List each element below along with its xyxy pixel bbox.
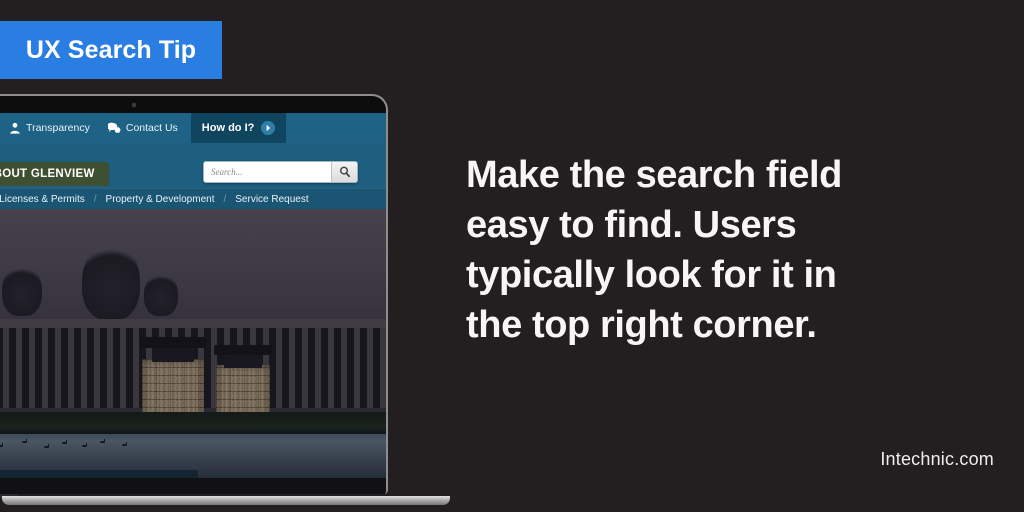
search-input[interactable]: Search...	[204, 167, 331, 177]
hero-goose	[122, 442, 127, 446]
how-do-i-label: How do I?	[201, 122, 255, 134]
circle-arrow-right-icon	[261, 121, 276, 135]
hero-goose	[100, 439, 105, 443]
nav-tab-list: RNMENT ABOUT GLENVIEW	[0, 162, 109, 186]
attribution-text: Intechnic.com	[880, 449, 994, 469]
headline-line-4: the top right corner.	[466, 304, 817, 346]
headline: Make the search field easy to find. User…	[466, 150, 936, 350]
hero-lantern-cap	[214, 345, 272, 355]
utility-item-transparency[interactable]: Transparency	[0, 122, 99, 135]
sub-nav-item-service-request[interactable]: Service Request	[226, 194, 317, 205]
how-do-i-button[interactable]: How do I?	[190, 113, 287, 143]
hero-goose	[62, 440, 67, 444]
webcam-icon	[132, 103, 136, 107]
headline-line-2: easy to find. Users	[466, 204, 797, 246]
hero-tree	[82, 242, 140, 320]
search-submit-button[interactable]	[331, 162, 357, 182]
magnifier-icon	[339, 166, 350, 178]
hero-carousel-image: ublic funding priorities	[0, 209, 386, 494]
hero-tree	[144, 272, 178, 316]
website-screenshot: Service Request Transparency Contact Us	[0, 113, 386, 494]
hero-tree	[2, 264, 42, 316]
site-utility-bar: Service Request Transparency Contact Us	[0, 113, 386, 143]
site-sub-nav: r & Sanitary Sewer / Licenses & Permits …	[0, 188, 386, 209]
utility-item-contact-us[interactable]: Contact Us	[99, 122, 187, 135]
hero-sky	[0, 209, 386, 334]
badge-label: UX Search Tip	[25, 35, 197, 64]
utility-item-label: Transparency	[26, 122, 90, 134]
nav-tab-about-glenview[interactable]: ABOUT GLENVIEW	[0, 162, 109, 186]
headline-line-1: Make the search field	[466, 154, 842, 196]
ux-search-tip-badge: UX Search Tip	[0, 21, 222, 79]
hero-lantern-body	[152, 348, 194, 362]
laptop-base-right	[2, 496, 450, 505]
headline-line-3: typically look for it in	[466, 254, 837, 296]
site-search-box[interactable]: Search...	[203, 161, 358, 183]
laptop-screen: Service Request Transparency Contact Us	[0, 113, 386, 494]
hero-bottom-strip	[0, 478, 386, 494]
hero-shoreline	[0, 412, 386, 434]
hero-goose	[0, 443, 3, 447]
hero-goose	[44, 444, 49, 448]
hero-goose	[22, 439, 27, 443]
railing-top-beam	[0, 319, 386, 328]
utility-item-label: Contact Us	[125, 122, 178, 134]
laptop-base	[0, 494, 450, 505]
laptop-lid: Service Request Transparency Contact Us	[0, 94, 388, 494]
sub-nav-item-licenses-permits[interactable]: Licenses & Permits	[0, 194, 94, 205]
hero-lantern-cap	[140, 337, 206, 348]
hero-goose	[82, 443, 87, 447]
laptop-mockup: Service Request Transparency Contact Us	[0, 94, 450, 505]
nav-tab-label: ABOUT GLENVIEW	[0, 168, 95, 180]
sub-nav-item-property-development[interactable]: Property & Development	[97, 194, 224, 205]
hero-lantern-body	[224, 355, 262, 368]
speech-bubble-icon	[107, 122, 121, 135]
person-icon	[8, 122, 21, 135]
